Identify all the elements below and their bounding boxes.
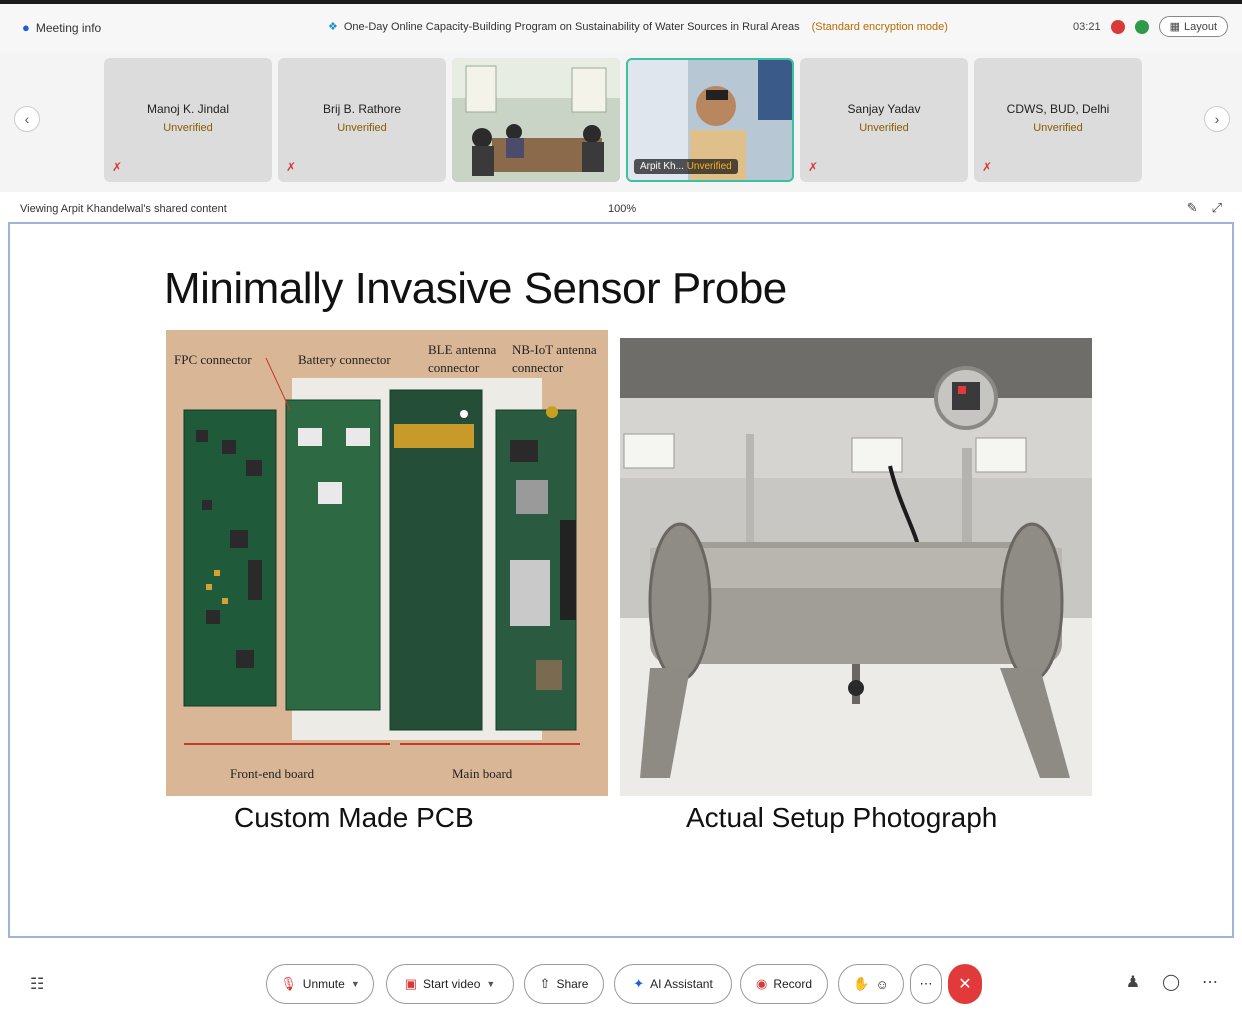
muted-mic-icon: ✗ <box>112 160 123 174</box>
emoji-icon: ☺ <box>875 976 889 992</box>
leave-meeting-button[interactable]: ✕ <box>948 964 982 1004</box>
slide-title: Minimally Invasive Sensor Probe <box>164 264 787 313</box>
meeting-info-label: Meeting info <box>35 20 102 35</box>
participant-tile[interactable]: Brij B. Rathore Unverified ✗ <box>278 58 446 182</box>
caption-right: Actual Setup Photograph <box>686 802 998 833</box>
layout-label: Layout <box>1183 20 1217 33</box>
previous-page-button[interactable]: ‹ <box>14 106 40 132</box>
setup-illustration <box>620 338 1092 796</box>
info-icon: ● <box>22 20 30 35</box>
encryption-status[interactable]: (Standard encryption mode) <box>812 21 948 33</box>
view-tools: ✎ ⤢ <box>1187 200 1222 216</box>
bottom-toolbar: ☷ 🎙 Unmute ▼ ▣ Start video ▼ ⇧ Share ✦ A… <box>0 950 1242 1014</box>
room-video-feed <box>452 58 620 182</box>
shared-content-frame: Minimally Invasive Sensor Probe FPC conn… <box>8 222 1234 938</box>
chevron-right-icon: › <box>1214 111 1220 127</box>
meeting-info-button[interactable]: ● Meeting info <box>22 20 101 35</box>
zoom-level[interactable]: 100% <box>608 203 636 215</box>
fullscreen-icon[interactable]: ⤢ <box>1212 200 1222 216</box>
presentation-slide: Minimally Invasive Sensor Probe FPC conn… <box>150 230 1102 842</box>
participant-name: Sanjay Yadav <box>847 102 921 116</box>
close-icon: ✕ <box>958 976 972 993</box>
bottom-right-controls: ♟ ◯ ⋯ <box>1126 972 1218 992</box>
pcb-label-ble-connector: connector <box>428 360 480 375</box>
recording-indicator-icon <box>1110 19 1125 34</box>
participant-tile[interactable]: CDWS, BUD, Delhi Unverified ✗ <box>974 58 1142 182</box>
pcb-illustration <box>166 330 608 796</box>
caption-left: Custom Made PCB <box>234 802 474 833</box>
participant-video-tile[interactable] <box>452 58 620 182</box>
ai-assistant-label: AI Assistant <box>650 977 713 991</box>
participant-name: Brij B. Rathore <box>322 102 402 116</box>
participants-icon[interactable]: ♟ <box>1126 972 1140 992</box>
more-icon: ⋯ <box>919 976 933 991</box>
meeting-timer: 03:21 <box>1073 20 1101 33</box>
pcb-label-nbiot: NB-IoT antenna <box>512 342 597 357</box>
muted-mic-icon: ✗ <box>286 160 297 174</box>
pcb-label-main: Main board <box>452 766 513 781</box>
pcb-photograph: FPC connector Battery connector BLE ante… <box>166 330 608 796</box>
share-label: Share <box>556 977 589 991</box>
participant-status: Unverified <box>337 122 387 134</box>
pcb-label-battery: Battery connector <box>298 352 391 367</box>
pcb-label-front-end: Front-end board <box>230 766 315 781</box>
meeting-logo-icon: ❖ <box>328 21 338 33</box>
annotate-icon[interactable]: ✎ <box>1187 200 1198 216</box>
participant-name: Manoj K. Jindal <box>146 102 230 116</box>
more-options-button[interactable]: ⋯ <box>910 964 942 1004</box>
viewing-status: Viewing Arpit Khandelwal's shared conten… <box>20 203 227 215</box>
security-shield-icon[interactable] <box>1134 19 1149 34</box>
reactions-button[interactable]: ✋ ☺ <box>838 964 904 1004</box>
panel-toggle-icon[interactable]: ☷ <box>30 974 44 994</box>
video-off-icon: ▣ <box>404 976 417 991</box>
raise-hand-icon: ✋ <box>853 976 870 991</box>
pcb-label-fpc: FPC connector <box>174 352 252 367</box>
chevron-left-icon: ‹ <box>24 111 30 127</box>
share-icon: ⇧ <box>539 976 551 991</box>
participant-tile[interactable]: Manoj K. Jindal Unverified ✗ <box>104 58 272 182</box>
pcb-label-ble: BLE antenna <box>428 342 497 357</box>
participant-status: Unverified <box>163 122 213 134</box>
participant-status: Unverified <box>859 122 909 134</box>
next-page-button[interactable]: › <box>1204 106 1230 132</box>
participant-name: CDWS, BUD, Delhi <box>1006 102 1110 116</box>
top-bar: ● Meeting info ❖ One-Day Online Capacity… <box>0 0 1242 52</box>
pcb-label-nbiot-connector: connector <box>512 360 564 375</box>
muted-mic-icon: ✗ <box>982 160 993 174</box>
active-speaker-tile[interactable]: Arpit Kh... Unverified <box>626 58 794 182</box>
participant-name-label: Arpit Kh... Unverified <box>634 159 738 174</box>
unmute-label: Unmute <box>302 977 345 991</box>
grid-icon: ▦ <box>1169 21 1180 33</box>
layout-button[interactable]: ▦ Layout <box>1158 16 1228 37</box>
participant-status: Unverified <box>1033 122 1083 134</box>
chevron-down-icon[interactable]: ▼ <box>351 979 360 989</box>
participant-status: Unverified <box>686 161 732 172</box>
setup-photograph <box>620 338 1092 796</box>
record-button[interactable]: ◉ Record <box>740 964 828 1004</box>
unmute-button[interactable]: 🎙 Unmute ▼ <box>266 964 374 1004</box>
participant-name: Arpit Kh... <box>640 161 684 172</box>
ai-assistant-icon: ✦ <box>633 976 645 991</box>
start-video-label: Start video <box>423 977 481 991</box>
record-icon: ◉ <box>755 976 768 991</box>
more-panels-icon[interactable]: ⋯ <box>1202 972 1218 992</box>
start-video-button[interactable]: ▣ Start video ▼ <box>386 964 514 1004</box>
top-right-controls: 03:21 ▦ Layout <box>1073 16 1228 37</box>
record-label: Record <box>773 977 813 991</box>
mic-muted-icon: 🎙 <box>280 976 297 991</box>
chevron-down-icon[interactable]: ▼ <box>486 979 495 989</box>
chat-icon[interactable]: ◯ <box>1162 972 1180 992</box>
share-button[interactable]: ⇧ Share <box>524 964 604 1004</box>
participant-tile[interactable]: Sanjay Yadav Unverified ✗ <box>800 58 968 182</box>
meeting-title-text: One-Day Online Capacity-Building Program… <box>343 20 800 33</box>
participant-strip: ‹ Manoj K. Jindal Unverified ✗ Brij B. R… <box>0 52 1242 192</box>
muted-mic-icon: ✗ <box>808 160 819 174</box>
meeting-title: ❖ One-Day Online Capacity-Building Progr… <box>328 20 948 34</box>
ai-assistant-button[interactable]: ✦ AI Assistant <box>614 964 732 1004</box>
